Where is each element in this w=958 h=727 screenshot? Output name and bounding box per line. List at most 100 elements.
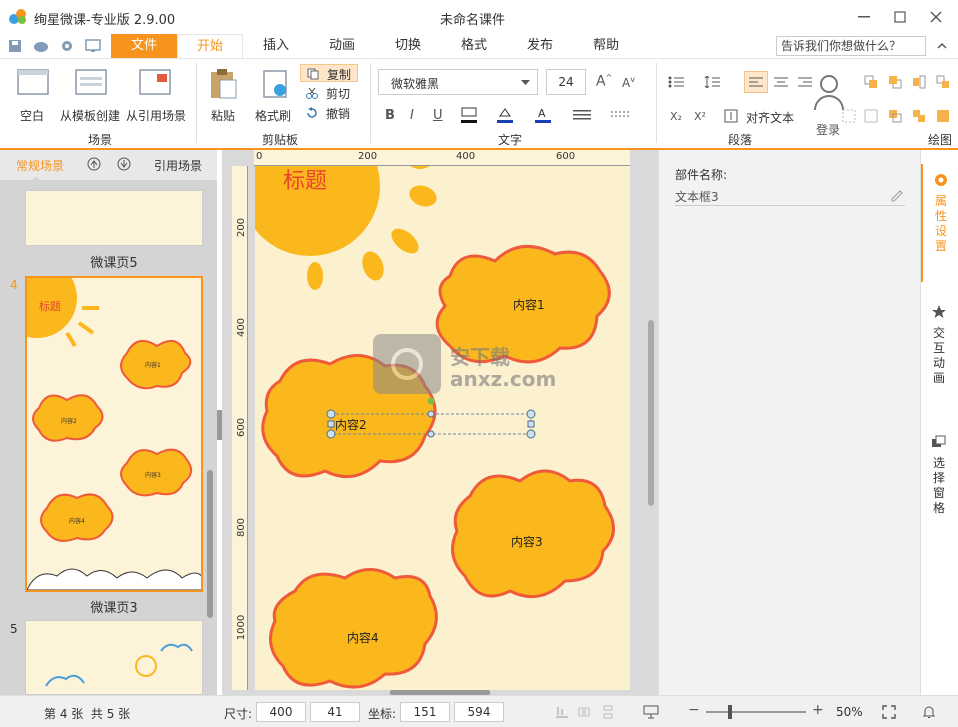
distribute-vertical-icon[interactable]	[600, 704, 616, 720]
scene-group-label: 场景	[87, 133, 112, 147]
italic-button[interactable]: I	[410, 108, 414, 123]
side-tabs: 属性设置 交互动画 选择窗格	[920, 150, 958, 695]
x-field[interactable]: 151	[400, 702, 450, 722]
slide-panel-scrollbar[interactable]	[207, 470, 213, 618]
tab-home[interactable]: 开始	[177, 34, 243, 58]
collapse-ribbon-icon[interactable]	[934, 38, 950, 54]
presentation-icon[interactable]	[642, 703, 660, 721]
fit-window-icon[interactable]	[880, 703, 898, 721]
slide-thumbnail-3[interactable]: 标题 内容1 内容2 内容3 内容4	[25, 276, 203, 592]
shape-icon[interactable]	[934, 107, 952, 125]
undo-button[interactable]: 撤销	[300, 104, 358, 122]
login-button[interactable]: 登录	[816, 121, 840, 138]
format-painter-icon[interactable]	[258, 67, 292, 101]
superscript-icon[interactable]: X²	[690, 107, 710, 125]
arrange-front-icon[interactable]	[862, 73, 880, 91]
dash-style-icon[interactable]	[610, 107, 630, 123]
underline-button[interactable]: U	[433, 108, 443, 123]
reference-scene-button[interactable]: 从引用场景	[126, 107, 186, 124]
align-center-icon[interactable]	[770, 71, 792, 93]
grow-font-button[interactable]: A^	[596, 73, 612, 90]
cloud-save-icon[interactable]	[32, 37, 50, 55]
align-text-icon[interactable]	[722, 107, 740, 125]
flip-icon[interactable]	[910, 107, 928, 125]
tab-reference-scene[interactable]: 引用场景	[154, 157, 202, 174]
arrange-back-icon[interactable]	[886, 73, 904, 91]
minimize-icon[interactable]	[854, 8, 874, 26]
font-color-icon[interactable]: A	[534, 105, 552, 125]
paste-icon[interactable]	[206, 67, 240, 101]
content-text-1[interactable]: 内容1	[513, 296, 545, 313]
rotate-icon[interactable]	[886, 107, 904, 125]
edit-pencil-icon[interactable]	[891, 190, 903, 202]
save-icon[interactable]	[6, 37, 24, 55]
slide-canvas[interactable]: 标题 内容1 内容2 内容3 内容4 安下载 anxz.com	[255, 166, 630, 690]
zoom-slider-thumb[interactable]	[728, 705, 732, 719]
tell-me-search-input[interactable]: 告诉我们你想做什么？	[776, 36, 926, 56]
fill-color-icon[interactable]	[460, 105, 478, 125]
content-text-4[interactable]: 内容4	[347, 629, 379, 646]
bullet-list-icon[interactable]	[666, 73, 686, 91]
thumb-item-1: 内容1	[145, 362, 161, 369]
align-bottom-icon[interactable]	[554, 704, 570, 720]
distribute-icon[interactable]	[840, 107, 858, 125]
cut-button[interactable]: 剪切	[300, 84, 358, 102]
reference-scene-icon[interactable]	[138, 67, 172, 99]
notification-bell-icon[interactable]	[920, 703, 938, 721]
maximize-icon[interactable]	[890, 8, 910, 26]
content-text-3[interactable]: 内容3	[511, 533, 543, 550]
format-painter-button[interactable]: 格式刷	[255, 107, 291, 124]
highlight-color-icon[interactable]	[496, 105, 514, 125]
align-text-button[interactable]: 对齐文本	[746, 109, 794, 126]
preview-icon[interactable]	[84, 37, 102, 55]
line-spacing-icon[interactable]	[702, 73, 722, 91]
component-name-input[interactable]: 文本框3	[675, 186, 905, 206]
tab-selection-pane[interactable]: 选择窗格	[921, 430, 958, 530]
tab-property-settings[interactable]: 属性设置	[921, 164, 958, 282]
panel-splitter-handle[interactable]	[217, 410, 222, 440]
tab-transition[interactable]: 切换	[375, 34, 441, 58]
coord-label: 坐标:	[368, 707, 397, 721]
template-scene-icon[interactable]	[74, 67, 108, 99]
move-up-icon[interactable]	[86, 156, 102, 172]
align-object-icon[interactable]	[910, 73, 928, 91]
size-icon[interactable]	[862, 107, 880, 125]
width-field[interactable]: 400	[256, 702, 306, 722]
align-left-icon[interactable]	[744, 71, 768, 93]
tab-interactive-animation[interactable]: 交互动画	[921, 300, 958, 400]
y-field[interactable]: 594	[454, 702, 504, 722]
bold-button[interactable]: B	[385, 108, 395, 123]
cut-label: 剪切	[326, 87, 351, 101]
zoom-slider[interactable]	[706, 705, 806, 719]
tab-regular-scene[interactable]: 常规场景	[16, 157, 64, 174]
align-middle-icon[interactable]	[576, 704, 592, 720]
tab-help[interactable]: 帮助	[573, 34, 639, 58]
move-down-icon[interactable]	[116, 156, 132, 172]
group-object-icon[interactable]	[934, 73, 952, 91]
zoom-in-button[interactable]: +	[812, 702, 824, 718]
paste-button[interactable]: 粘贴	[211, 107, 235, 124]
subscript-icon[interactable]: X₂	[666, 107, 686, 125]
template-scene-button[interactable]: 从模板创建	[60, 107, 120, 124]
canvas-vertical-scrollbar[interactable]	[648, 320, 654, 506]
blank-scene-button[interactable]: 空白	[20, 107, 44, 124]
blank-scene-icon[interactable]	[16, 67, 50, 99]
zoom-out-button[interactable]: −	[688, 702, 700, 718]
settings-icon[interactable]	[58, 37, 76, 55]
tab-animation[interactable]: 动画	[309, 34, 375, 58]
tab-file[interactable]: 文件	[111, 34, 177, 58]
slide-thumbnail-5[interactable]	[25, 190, 203, 246]
tab-format[interactable]: 格式	[441, 34, 507, 58]
tab-insert[interactable]: 插入	[243, 34, 309, 58]
font-family-select[interactable]: 微软雅黑	[378, 69, 538, 95]
font-size-input[interactable]: 24	[546, 69, 586, 95]
slide-thumbnail-5b[interactable]	[25, 620, 203, 695]
shrink-font-button[interactable]: Av	[622, 75, 635, 90]
tab-publish[interactable]: 发布	[507, 34, 573, 58]
close-icon[interactable]	[926, 8, 946, 26]
copy-button[interactable]: 复制	[300, 64, 358, 82]
slide-title-text[interactable]: 标题	[283, 166, 327, 195]
height-field[interactable]: 41	[310, 702, 360, 722]
line-style-icon[interactable]	[572, 107, 592, 123]
content-text-2[interactable]: 内容2	[335, 416, 367, 433]
